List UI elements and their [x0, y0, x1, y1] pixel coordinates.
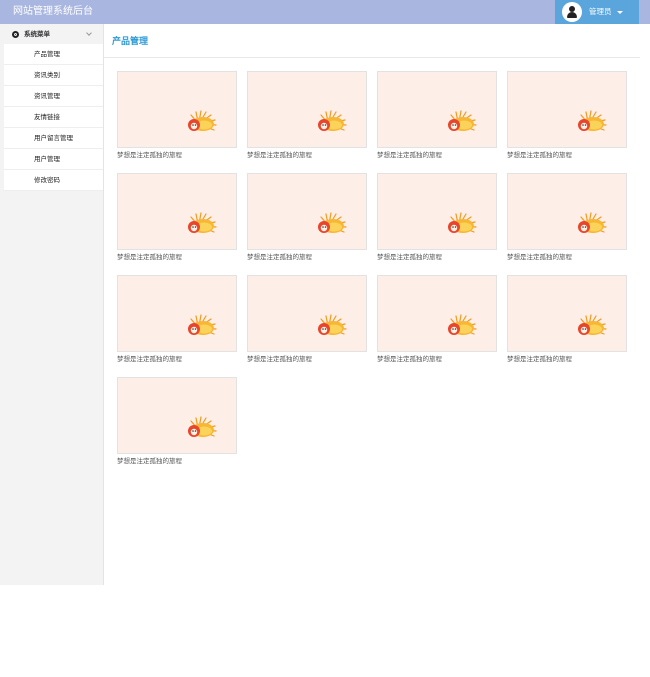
product-card[interactable]: 梦想是注定孤独的旅程 — [117, 71, 237, 171]
sidebar-item-news-management[interactable]: 资讯管理 — [4, 86, 103, 107]
hedgehog-illustration-icon — [185, 416, 217, 440]
product-caption: 梦想是注定孤独的旅程 — [507, 253, 572, 261]
product-thumbnail[interactable] — [507, 173, 627, 250]
product-caption: 梦想是注定孤独的旅程 — [117, 355, 182, 363]
product-thumbnail[interactable] — [247, 275, 367, 352]
product-card[interactable]: 梦想是注定孤独的旅程 — [377, 275, 497, 375]
sidebar-item-label: 资讯管理 — [34, 91, 60, 100]
hedgehog-illustration-icon — [315, 110, 347, 134]
top-header: 网站管理系统后台 管理员 — [0, 0, 650, 24]
product-thumbnail[interactable] — [117, 173, 237, 250]
chevron-down-icon — [86, 30, 92, 36]
hedgehog-illustration-icon — [445, 314, 477, 338]
product-thumbnail[interactable] — [117, 71, 237, 148]
page-title: 产品管理 — [112, 37, 149, 47]
hedgehog-illustration-icon — [185, 110, 217, 134]
hedgehog-illustration-icon — [575, 314, 607, 338]
menu-title: 系统菜单 — [24, 29, 50, 38]
sidebar-item-label: 用户管理 — [34, 154, 60, 163]
product-card[interactable]: 梦想是注定孤独的旅程 — [507, 275, 627, 375]
product-thumbnail[interactable] — [117, 275, 237, 352]
product-caption: 梦想是注定孤独的旅程 — [507, 151, 572, 159]
caret-down-icon — [616, 10, 623, 14]
product-thumbnail[interactable] — [377, 71, 497, 148]
sidebar-item-label: 资讯类别 — [34, 70, 60, 79]
product-card[interactable]: 梦想是注定孤独的旅程 — [247, 71, 367, 171]
sidebar-item-label: 产品管理 — [34, 49, 60, 58]
product-caption: 梦想是注定孤独的旅程 — [117, 151, 182, 159]
hedgehog-illustration-icon — [185, 314, 217, 338]
sidebar-item-news-category[interactable]: 资讯类别 — [4, 65, 103, 86]
product-thumbnail[interactable] — [507, 275, 627, 352]
product-card[interactable]: 梦想是注定孤独的旅程 — [247, 173, 367, 273]
hedgehog-illustration-icon — [575, 212, 607, 236]
title-divider — [104, 57, 640, 58]
product-caption: 梦想是注定孤独的旅程 — [247, 355, 312, 363]
product-card[interactable]: 梦想是注定孤独的旅程 — [117, 275, 237, 375]
product-thumbnail[interactable] — [507, 71, 627, 148]
gear-icon — [12, 30, 19, 38]
product-card[interactable]: 梦想是注定孤独的旅程 — [117, 173, 237, 273]
product-card[interactable]: 梦想是注定孤独的旅程 — [507, 71, 627, 171]
product-thumbnail[interactable] — [377, 173, 497, 250]
site-title: 网站管理系统后台 — [13, 6, 93, 17]
user-name: 管理员 — [589, 7, 612, 16]
user-menu-button[interactable]: 管理员 — [555, 0, 639, 24]
sidebar-item-change-password[interactable]: 修改密码 — [4, 170, 103, 191]
sidebar-item-user-messages[interactable]: 用户留言管理 — [4, 128, 103, 149]
sidebar-item-user-management[interactable]: 用户管理 — [4, 149, 103, 170]
product-caption: 梦想是注定孤独的旅程 — [247, 253, 312, 261]
hedgehog-illustration-icon — [185, 212, 217, 236]
hedgehog-illustration-icon — [575, 110, 607, 134]
product-card[interactable]: 梦想是注定孤独的旅程 — [507, 173, 627, 273]
sidebar-item-label: 修改密码 — [34, 175, 60, 184]
product-thumbnail[interactable] — [247, 71, 367, 148]
hedgehog-illustration-icon — [445, 110, 477, 134]
user-avatar-icon — [562, 2, 582, 22]
product-caption: 梦想是注定孤独的旅程 — [507, 355, 572, 363]
hedgehog-illustration-icon — [445, 212, 477, 236]
product-thumbnail[interactable] — [117, 377, 237, 454]
sidebar: 系统菜单 产品管理 资讯类别 资讯管理 友情链接 用户留言管理 用户管理 修改密… — [0, 24, 104, 585]
product-caption: 梦想是注定孤独的旅程 — [117, 457, 182, 465]
hedgehog-illustration-icon — [315, 314, 347, 338]
product-thumbnail[interactable] — [377, 275, 497, 352]
product-card[interactable]: 梦想是注定孤独的旅程 — [377, 173, 497, 273]
sidebar-item-friend-links[interactable]: 友情链接 — [4, 107, 103, 128]
product-card[interactable]: 梦想是注定孤独的旅程 — [247, 275, 367, 375]
product-caption: 梦想是注定孤独的旅程 — [377, 355, 442, 363]
sidebar-item-label: 用户留言管理 — [34, 133, 73, 142]
product-card[interactable]: 梦想是注定孤独的旅程 — [377, 71, 497, 171]
sidebar-item-label: 友情链接 — [34, 112, 60, 121]
product-caption: 梦想是注定孤独的旅程 — [377, 253, 442, 261]
product-thumbnail[interactable] — [247, 173, 367, 250]
product-card[interactable]: 梦想是注定孤独的旅程 — [117, 377, 237, 477]
system-menu-header[interactable]: 系统菜单 — [0, 24, 103, 44]
sidebar-item-product-management[interactable]: 产品管理 — [4, 44, 103, 65]
hedgehog-illustration-icon — [315, 212, 347, 236]
product-caption: 梦想是注定孤独的旅程 — [247, 151, 312, 159]
product-caption: 梦想是注定孤独的旅程 — [377, 151, 442, 159]
product-caption: 梦想是注定孤独的旅程 — [117, 253, 182, 261]
